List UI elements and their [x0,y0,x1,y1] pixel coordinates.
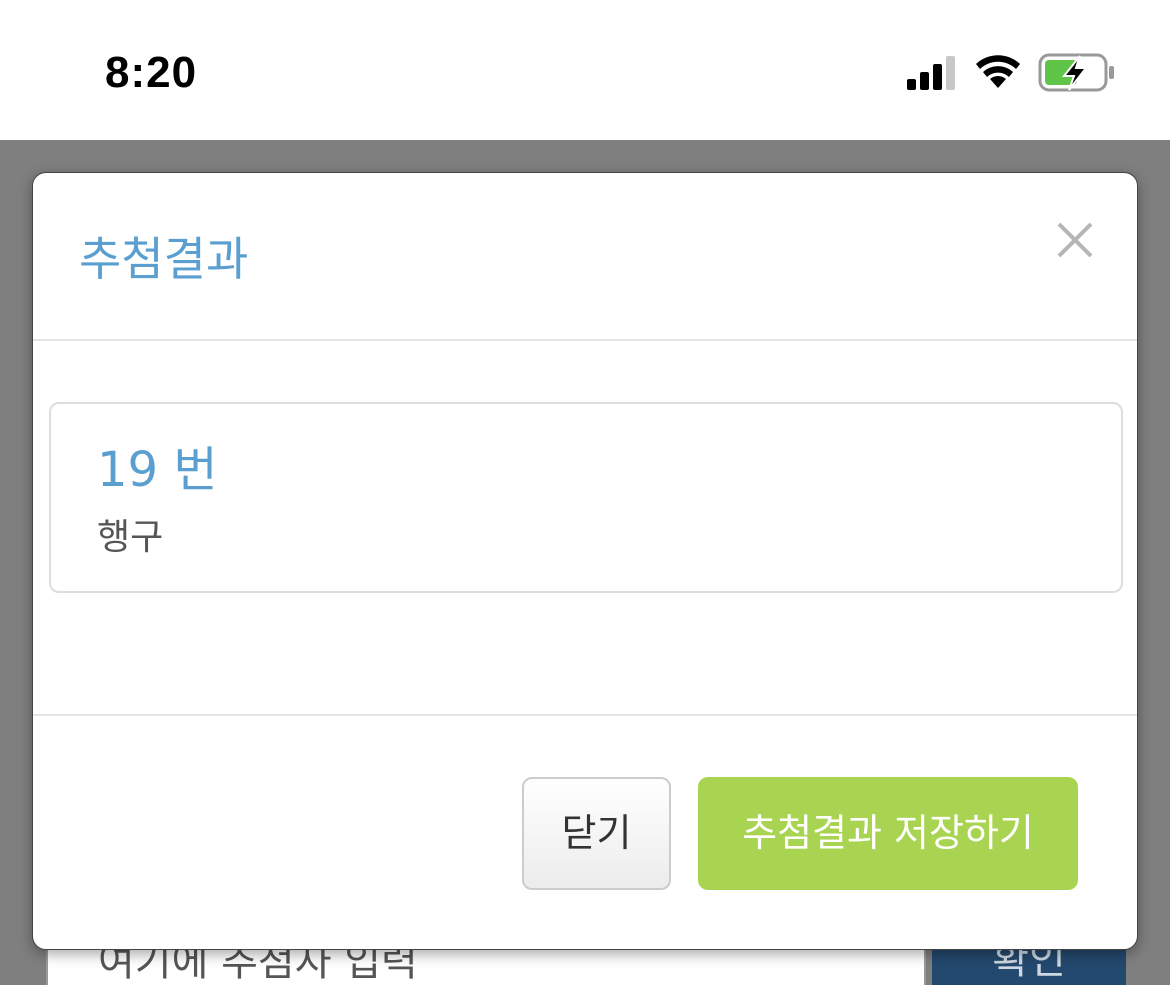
modal-title: 추첨결과 [79,232,249,286]
result-number: 19 번 [97,442,218,498]
result-modal: 추첨결과 19 번 행구 닫기 추첨결과 저장하기 [32,172,1138,950]
modal-body: 19 번 행구 [33,341,1137,715]
close-modal-button[interactable]: 닫기 [522,777,671,890]
modal-header: 추첨결과 [33,173,1137,341]
status-bar: 8:20 [0,0,1170,140]
result-card: 19 번 행구 [49,402,1123,593]
close-button[interactable] [1053,218,1097,262]
save-result-button[interactable]: 추첨결과 저장하기 [698,777,1078,890]
status-time: 8:20 [105,48,198,97]
wifi-icon [976,55,1020,88]
result-name: 행구 [97,517,164,558]
modal-footer: 닫기 추첨결과 저장하기 [33,714,1137,951]
close-icon [1057,222,1093,258]
battery-charging-icon [1038,53,1114,92]
signal-icon [907,56,955,90]
